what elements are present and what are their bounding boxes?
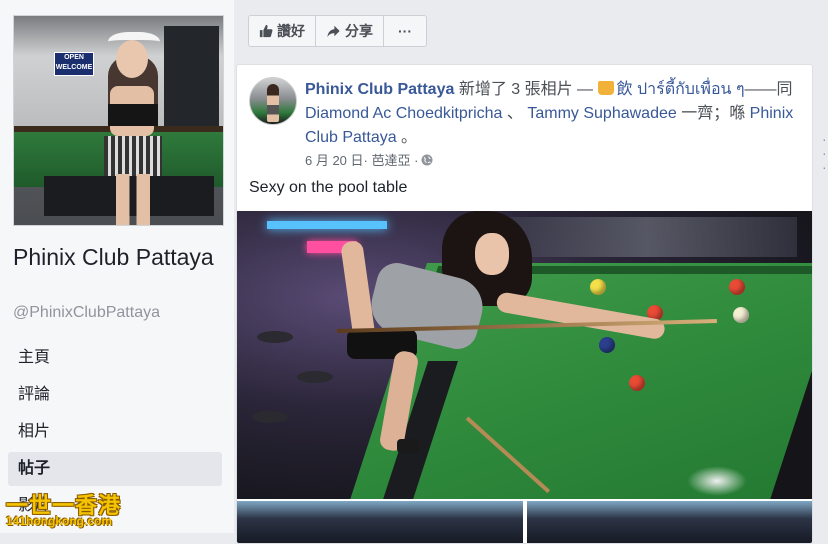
tagged-friend-1[interactable]: Diamond Ac Choedkitpricha [305, 105, 502, 122]
post-end: 。 [396, 129, 418, 146]
page-title[interactable]: Phinix Club Pattaya [13, 242, 223, 272]
more-dots-icon: ··· [398, 23, 412, 39]
post-together: 一齊；喺 [676, 105, 750, 122]
post-place[interactable]: · 芭達亞 · [364, 150, 419, 169]
photo-bar-stool [252, 411, 288, 423]
like-label: 讚好 [277, 23, 305, 39]
post-verb: 新增了 3 張相片 — [454, 81, 598, 98]
post-feeling[interactable]: 飲 ปาร์ตี้กับเพื่อน ๆ [617, 81, 745, 98]
post-with: ——同 [744, 81, 793, 98]
page-sidebar: OPEN WELCOME Phinix Club Pattaya @PhinixC… [0, 0, 234, 533]
pool-ball [733, 307, 749, 323]
post-author-avatar[interactable] [249, 77, 297, 125]
share-button[interactable]: 分享 [315, 15, 384, 47]
photo-floor-light [687, 466, 747, 496]
post-thumbnail-row [237, 501, 812, 543]
post-separator: 、 [502, 105, 528, 122]
beer-emoji-icon [597, 81, 614, 95]
more-options-button[interactable]: ··· [383, 15, 427, 47]
photo-bar-area [497, 217, 797, 257]
sidebar-item-home[interactable]: 主頁 [8, 341, 222, 375]
photo-bar-stool [257, 331, 293, 343]
pool-ball [590, 279, 606, 295]
page-action-bar: 讚好 分享 ··· [248, 15, 427, 47]
thumbs-up-icon [259, 24, 273, 38]
share-label: 分享 [345, 23, 373, 39]
sidebar-item-photos[interactable]: 相片 [8, 415, 222, 449]
watermark-line2: 141hongkong.com [6, 514, 113, 528]
post-thumbnail-2[interactable] [527, 501, 812, 543]
pool-ball [599, 337, 615, 353]
post-author-link[interactable]: Phinix Club Pattaya [305, 81, 454, 98]
pool-ball [629, 375, 645, 391]
photo-person-shoe [397, 439, 419, 453]
open-welcome-sign: OPEN WELCOME [54, 52, 94, 76]
post-thumbnail-1[interactable] [237, 501, 523, 543]
page-handle[interactable]: @PhinixClubPattaya [13, 304, 160, 322]
post-headline: Phinix Club Pattaya 新增了 3 張相片 — 飲 ปาร์ตี… [305, 78, 795, 150]
photo-bar-stool [297, 371, 333, 383]
cover-person [94, 26, 174, 225]
page-profile-photo[interactable]: OPEN WELCOME [13, 15, 224, 226]
sidebar-item-reviews[interactable]: 評論 [8, 378, 222, 412]
like-button[interactable]: 讚好 [248, 15, 316, 47]
post-main-photo[interactable] [237, 211, 812, 499]
sidebar-item-posts[interactable]: 帖子 [8, 452, 222, 486]
watermark-logo: 一世一香港 141hongkong.com [6, 488, 121, 528]
globe-icon[interactable] [421, 154, 433, 166]
post-date[interactable]: 6 月 20 日 [305, 150, 364, 169]
share-arrow-icon [327, 25, 340, 38]
post-card: Phinix Club Pattaya 新增了 3 張相片 — 飲 ปาร์ตี… [236, 64, 813, 544]
photo-neon-light [267, 221, 387, 229]
post-caption: Sexy on the pool table [249, 179, 408, 196]
photo-person-face [475, 233, 509, 275]
post-meta: 6 月 20 日 · 芭達亞 · [305, 150, 433, 169]
tagged-friend-2[interactable]: Tammy Suphawadee [527, 105, 676, 122]
side-more-dots-icon[interactable]: · · · [822, 132, 827, 174]
pool-ball [729, 279, 745, 295]
